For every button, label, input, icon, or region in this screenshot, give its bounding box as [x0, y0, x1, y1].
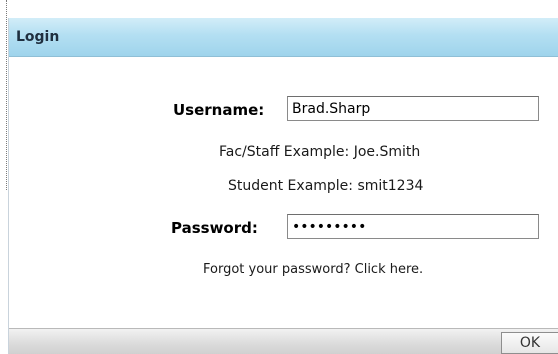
dialog-titlebar: Login [9, 18, 558, 57]
dialog-title: Login [16, 29, 60, 45]
ok-button[interactable]: OK [501, 332, 558, 354]
username-input[interactable] [287, 96, 539, 121]
forgot-password-link[interactable]: Forgot your password? Click here. [203, 262, 423, 277]
password-input[interactable] [287, 214, 539, 239]
window-edge-divider [6, 0, 7, 190]
fac-staff-example-hint: Fac/Staff Example: Joe.Smith [219, 144, 421, 160]
login-screen: Login Username: Fac/Staff Example: Joe.S… [0, 0, 558, 354]
username-label: Username: [173, 101, 265, 119]
dialog-footer: OK [9, 328, 558, 354]
login-dialog: Login Username: Fac/Staff Example: Joe.S… [8, 18, 558, 354]
password-label: Password: [171, 219, 258, 237]
student-example-hint: Student Example: smit1234 [228, 178, 424, 194]
